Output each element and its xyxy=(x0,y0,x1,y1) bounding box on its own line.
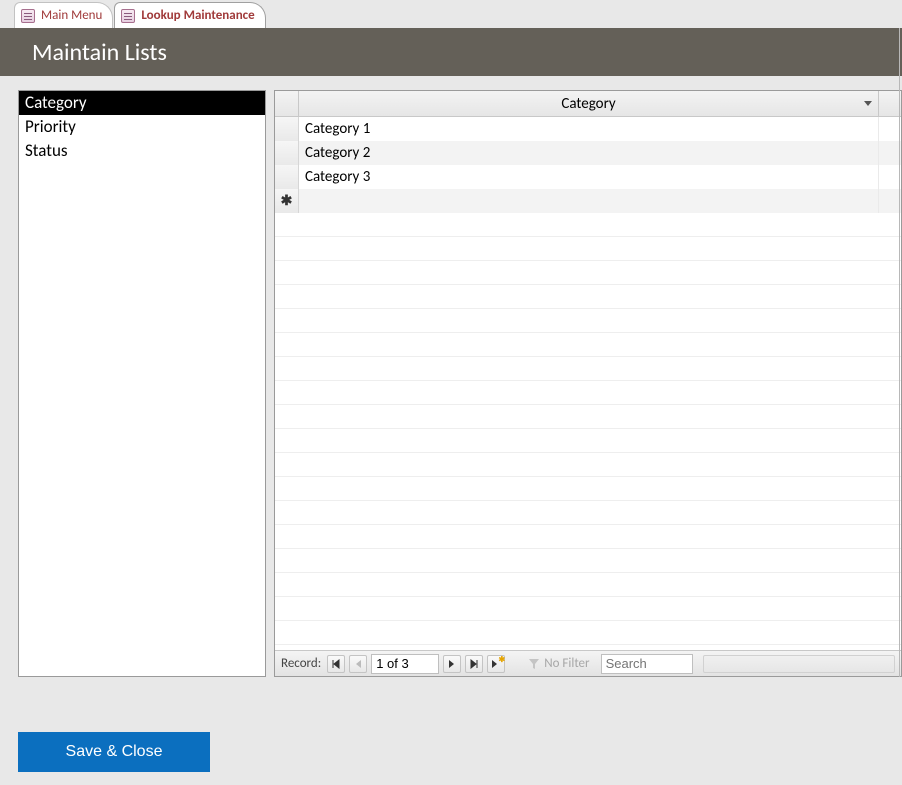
record-navigator: Record: ✱ No Filter xyxy=(275,650,901,676)
table-row[interactable]: Category 3 xyxy=(275,165,901,189)
lookup-type-list[interactable]: Category Priority Status xyxy=(18,90,266,677)
new-record-icon: ✱ xyxy=(275,189,299,213)
table-row[interactable]: Category 1 xyxy=(275,117,901,141)
asterisk-icon: ✱ xyxy=(499,655,506,665)
data-grid: Category Category 1 Category 2 Category … xyxy=(274,90,902,677)
column-spacer xyxy=(879,91,901,116)
list-item-category[interactable]: Category xyxy=(19,91,265,115)
column-header-label: Category xyxy=(561,95,615,113)
row-selector[interactable] xyxy=(275,141,299,165)
no-filter-label: No Filter xyxy=(544,656,589,671)
nav-prev-button[interactable] xyxy=(349,655,367,673)
grid-body[interactable]: Category 1 Category 2 Category 3 ✱ xyxy=(275,117,901,650)
row-selector[interactable] xyxy=(275,165,299,189)
chevron-down-icon xyxy=(864,101,872,106)
workspace: Category Priority Status Category Catego… xyxy=(18,90,902,677)
new-record-row[interactable]: ✱ xyxy=(275,189,901,213)
table-row[interactable]: Category 2 xyxy=(275,141,901,165)
first-icon xyxy=(331,659,341,669)
cell-category[interactable] xyxy=(299,189,879,213)
cell-category[interactable]: Category 3 xyxy=(299,165,879,189)
cell-category[interactable]: Category 1 xyxy=(299,117,879,141)
row-selector[interactable] xyxy=(275,117,299,141)
tab-label: Main Menu xyxy=(41,8,102,23)
list-item-priority[interactable]: Priority xyxy=(19,115,265,139)
grid-header-row: Category xyxy=(275,91,901,117)
select-all-handle[interactable] xyxy=(275,91,299,116)
search-input[interactable] xyxy=(601,654,693,674)
funnel-icon xyxy=(528,658,540,670)
nav-last-button[interactable] xyxy=(465,655,483,673)
button-label: Save & Close xyxy=(66,743,163,761)
tab-lookup-maintenance[interactable]: Lookup Maintenance xyxy=(114,2,265,28)
horizontal-scrollbar[interactable] xyxy=(703,655,895,673)
form-icon xyxy=(121,9,135,23)
filter-toggle[interactable]: No Filter xyxy=(521,654,596,674)
page-title-bar: Maintain Lists xyxy=(0,28,902,76)
nav-new-button[interactable]: ✱ xyxy=(487,655,505,673)
list-item-label: Status xyxy=(25,140,68,161)
nav-first-button[interactable] xyxy=(327,655,345,673)
nav-next-button[interactable] xyxy=(443,655,461,673)
last-icon xyxy=(469,659,479,669)
tab-label: Lookup Maintenance xyxy=(141,8,254,23)
save-and-close-button[interactable]: Save & Close xyxy=(18,732,210,772)
column-header-category[interactable]: Category xyxy=(299,91,879,116)
prev-icon xyxy=(354,659,362,669)
record-position-input[interactable] xyxy=(371,654,439,674)
page-title: Maintain Lists xyxy=(32,38,167,67)
list-item-status[interactable]: Status xyxy=(19,139,265,163)
cell-category[interactable]: Category 2 xyxy=(299,141,879,165)
tab-bar: Main Menu Lookup Maintenance xyxy=(0,0,902,28)
tab-main-menu[interactable]: Main Menu xyxy=(14,2,113,28)
next-icon xyxy=(448,659,456,669)
record-label: Record: xyxy=(281,656,321,671)
divider xyxy=(899,28,900,677)
list-item-label: Priority xyxy=(25,116,76,137)
list-item-label: Category xyxy=(25,92,87,113)
form-icon xyxy=(21,9,35,23)
